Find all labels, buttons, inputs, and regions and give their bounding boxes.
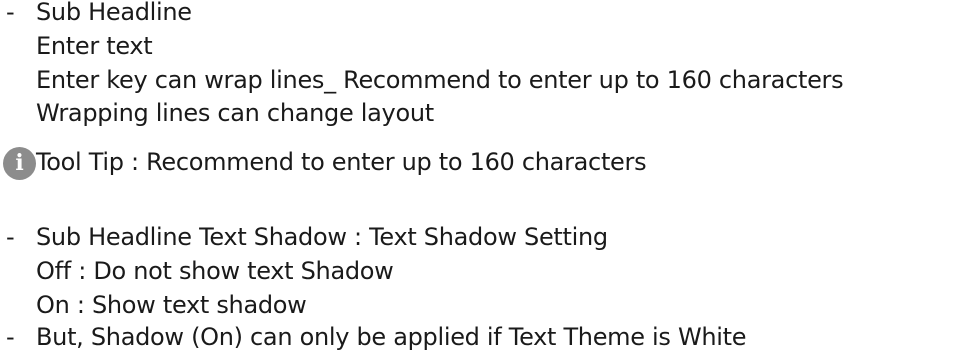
description-line: Enter key can wrap lines_ Recommend to e… [36, 66, 844, 94]
shadow-off-description: Off : Do not show text Shadow [36, 257, 394, 285]
description-line: Enter text [36, 32, 153, 60]
sub-headline-title: Sub Headline [36, 0, 192, 26]
text-shadow-title: Sub Headline Text Shadow : Text Shadow S… [36, 223, 608, 251]
bullet-dash: - [6, 323, 15, 351]
bullet-dash: - [6, 223, 15, 251]
shadow-on-description: On : Show text shadow [36, 291, 307, 319]
description-line: Wrapping lines can change layout [36, 99, 434, 127]
shadow-note: But, Shadow (On) can only be applied if … [36, 323, 747, 351]
tooltip-text: Tool Tip : Recommend to enter up to 160 … [36, 148, 647, 176]
info-icon: i [3, 147, 36, 180]
bullet-dash: - [6, 0, 15, 26]
